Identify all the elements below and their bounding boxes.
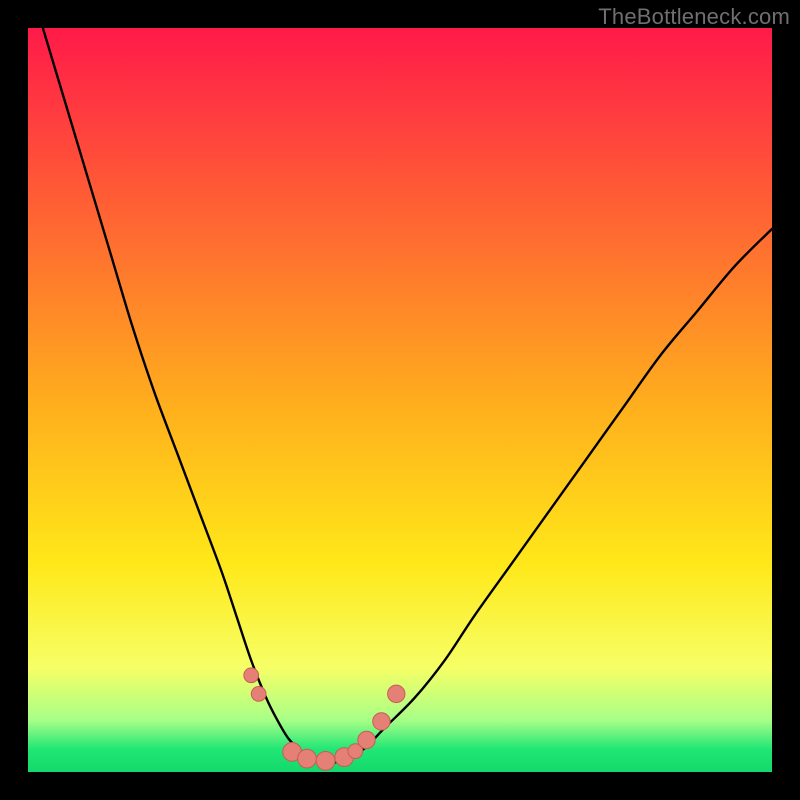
watermark-label: TheBottleneck.com (598, 4, 790, 30)
chart-plot-area (28, 28, 772, 772)
curve-marker (244, 668, 259, 683)
chart-background-gradient (28, 28, 772, 772)
curve-marker (358, 731, 375, 748)
curve-marker (388, 685, 405, 702)
curve-marker (316, 751, 335, 770)
chart-frame: TheBottleneck.com (0, 0, 800, 800)
curve-marker (298, 749, 317, 768)
curve-marker (373, 713, 390, 730)
curve-marker (251, 687, 266, 702)
chart-svg (28, 28, 772, 772)
